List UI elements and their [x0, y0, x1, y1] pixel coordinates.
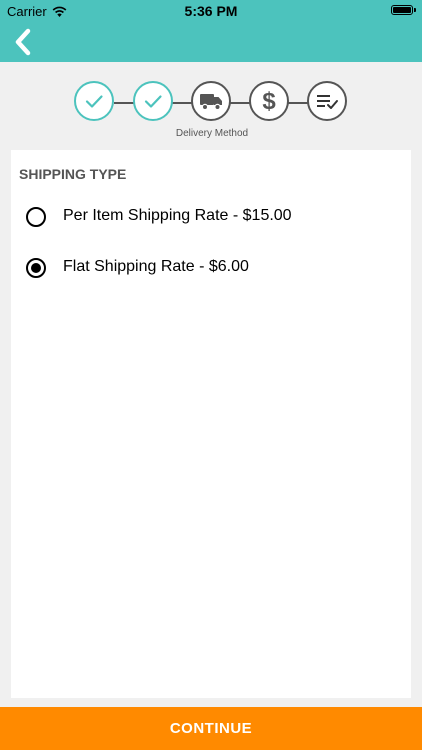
battery-icon [391, 5, 416, 15]
shipping-option-flat[interactable]: Flat Shipping Rate - $6.00 [11, 248, 411, 288]
step-2 [133, 81, 173, 121]
check-icon [85, 95, 103, 108]
check-icon [144, 95, 162, 108]
status-time: 5:36 PM [184, 3, 238, 19]
continue-button[interactable]: CONTINUE [0, 707, 422, 750]
option-label: Per Item Shipping Rate - $15.00 [63, 207, 292, 224]
option-label: Flat Shipping Rate - $6.00 [63, 258, 249, 275]
svg-text:$: $ [262, 88, 276, 114]
step-connector [172, 102, 192, 104]
step-caption: Delivery Method [175, 128, 249, 139]
step-4: $ [249, 81, 289, 121]
status-bar: Carrier 5:36 PM [0, 0, 422, 22]
checkout-stepper: $ Delivery Method [0, 62, 422, 150]
checklist-icon [317, 95, 338, 109]
shipping-option-per-item[interactable]: Per Item Shipping Rate - $15.00 [11, 197, 411, 237]
step-3 [191, 81, 231, 121]
step-connector [230, 102, 250, 104]
step-5 [307, 81, 347, 121]
nav-bar [0, 22, 422, 62]
step-1 [74, 81, 114, 121]
shipping-card: SHIPPING TYPE Per Item Shipping Rate - $… [11, 150, 411, 698]
section-title: SHIPPING TYPE [19, 166, 127, 182]
truck-icon [200, 94, 222, 111]
step-connector [288, 102, 308, 104]
radio-button[interactable] [26, 207, 46, 227]
chevron-left-icon [15, 28, 31, 56]
back-button[interactable] [10, 26, 38, 58]
dollar-icon: $ [262, 88, 276, 114]
radio-button[interactable] [26, 258, 46, 278]
step-connector [114, 102, 134, 104]
